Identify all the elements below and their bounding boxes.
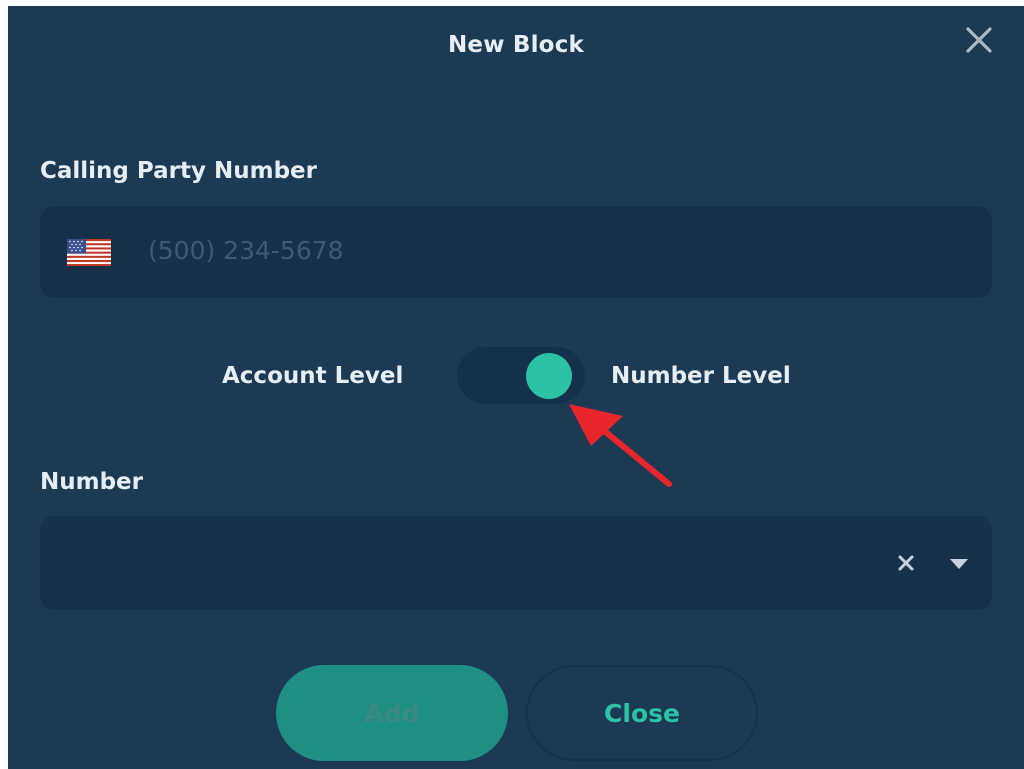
number-level-label: Number Level [611, 363, 791, 389]
clear-x-icon[interactable] [896, 553, 916, 573]
us-flag-icon[interactable] [67, 239, 111, 266]
dialog-title: New Block [447, 32, 585, 58]
number-label: Number [40, 469, 143, 495]
phone-placeholder: (500) 234-5678 [148, 236, 344, 265]
close-button[interactable]: Close [526, 665, 758, 761]
calling-party-number-label: Calling Party Number [40, 158, 317, 184]
close-icon[interactable] [963, 24, 995, 56]
number-select[interactable] [40, 516, 992, 610]
add-button[interactable]: Add [276, 665, 508, 761]
caret-down-icon[interactable] [948, 557, 970, 571]
calling-party-number-input[interactable]: (500) 234-5678 [40, 206, 992, 298]
new-block-dialog: New Block Calling Party Number (500) 234… [8, 6, 1024, 769]
toggle-knob [526, 353, 572, 399]
account-level-label: Account Level [222, 363, 404, 389]
red-arrow-annotation-icon [569, 404, 672, 487]
